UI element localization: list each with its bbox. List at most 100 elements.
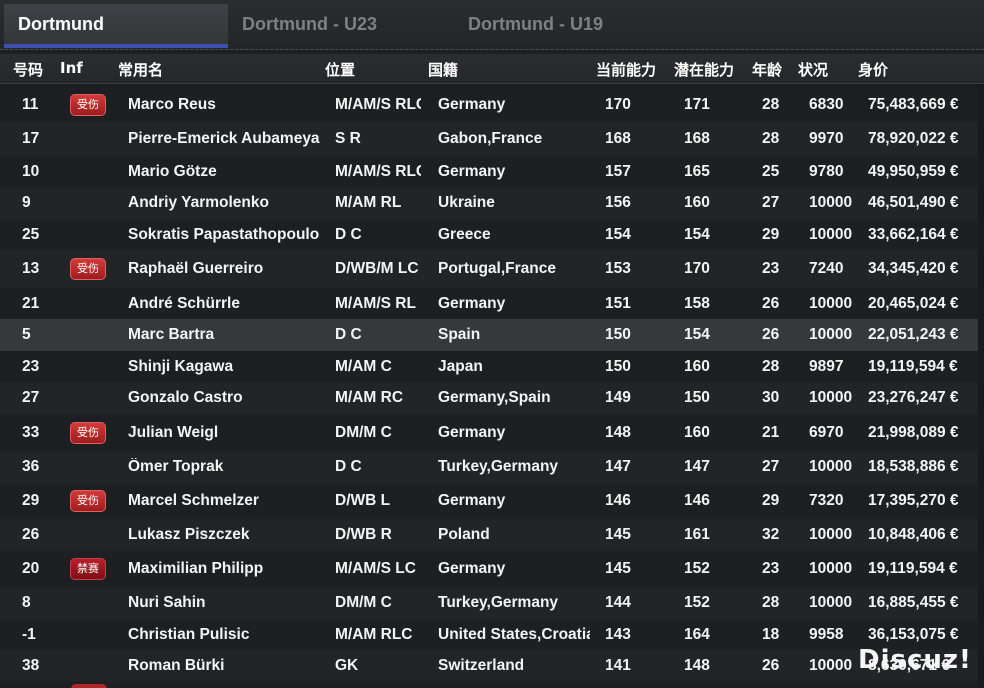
- cell-ca: 168: [605, 130, 631, 147]
- cell-num: 38: [22, 656, 40, 674]
- injured-badge[interactable]: 受伤: [70, 490, 106, 512]
- scrollbar[interactable]: [978, 84, 984, 688]
- header-inf[interactable]: Inf: [60, 59, 83, 77]
- injured-badge[interactable]: 受伤: [70, 421, 106, 444]
- cell-num: 13: [22, 260, 40, 277]
- cell-name[interactable]: Mario Götze: [128, 163, 320, 181]
- cell-cond: 10000: [809, 294, 853, 312]
- cell-ca: 145: [605, 560, 631, 577]
- cell-name[interactable]: Christian Pulisic: [128, 626, 320, 644]
- cell-ca: 146: [605, 492, 631, 509]
- table-row[interactable]: 25 Sokratis Papastathopoulos D C Greece 154 1…: [0, 219, 984, 250]
- cell-num: 20: [22, 560, 40, 577]
- cell-name[interactable]: Gonzalo Castro: [128, 389, 320, 407]
- cell-nat: Germany: [438, 294, 506, 312]
- cell-name[interactable]: Andriy Yarmolenko: [128, 194, 320, 212]
- status-badge-cell: [70, 128, 108, 150]
- cell-value: 46,501,490 €: [868, 194, 959, 211]
- cell-pos: D C: [335, 458, 362, 475]
- cell-pa: 160: [684, 194, 710, 211]
- cell-cond: 6970: [809, 423, 844, 441]
- cell-name[interactable]: André Schürrle: [128, 295, 320, 313]
- cell-age: 29: [762, 492, 780, 509]
- cell-ca: 148: [605, 423, 631, 441]
- header-num[interactable]: 号码: [13, 59, 43, 80]
- cell-name[interactable]: Sokratis Papastathopoulos: [128, 226, 320, 244]
- cell-name[interactable]: Julian Weigl: [128, 424, 320, 442]
- table-row[interactable]: 20 禁赛 Maximilian Philipp M/AM/S LC Germany 14…: [0, 551, 984, 587]
- table-row[interactable]: 10 Mario Götze M/AM/S RLC Germany 157 165 25 97…: [0, 156, 984, 187]
- header-pa[interactable]: 潜在能力: [674, 59, 734, 80]
- table-row[interactable]: 17 Pierre-Emerick Aubameyang S R Gabon,Fran…: [0, 122, 984, 156]
- tab-dortmund-u23[interactable]: Dortmund - U23: [228, 4, 454, 48]
- cell-age: 27: [762, 458, 780, 475]
- header-name[interactable]: 常用名: [118, 59, 163, 80]
- injured-badge[interactable]: 受伤: [70, 258, 106, 280]
- status-badge-cell: 受伤: [70, 421, 108, 444]
- cell-num: 23: [22, 357, 40, 375]
- cell-ca: 141: [605, 656, 631, 674]
- cell-name[interactable]: Lukasz Piszczek: [128, 526, 320, 544]
- table-row[interactable]: 38 Roman Bürki GK Switzerland 141 148 26 10000 8…: [0, 650, 984, 681]
- cell-name[interactable]: Marco Reus: [128, 96, 320, 114]
- cell-pa: 160: [684, 423, 710, 441]
- cell-name[interactable]: Shinji Kagawa: [128, 358, 320, 376]
- player-list: 11 受伤 Marco Reus M/AM/S RLC Germany 170 171 28 6…: [0, 88, 984, 681]
- header-nat[interactable]: 国籍: [428, 59, 458, 80]
- cell-value: 78,920,022 €: [868, 130, 959, 147]
- cell-name[interactable]: Roman Bürki: [128, 657, 320, 675]
- header-value[interactable]: 身价: [858, 59, 888, 80]
- table-row[interactable]: 21 André Schürrle M/AM/S RL Germany 151 158 26…: [0, 288, 984, 319]
- cell-pos: GK: [335, 656, 359, 674]
- cell-nat: Germany: [438, 96, 506, 113]
- cell-name[interactable]: Maximilian Philipp: [128, 560, 320, 578]
- cell-ca: 153: [605, 260, 631, 277]
- cell-age: 28: [762, 96, 780, 113]
- cell-nat: Turkey,Germany: [438, 458, 559, 475]
- cell-name[interactable]: Marcel Schmelzer: [128, 492, 320, 510]
- status-badge-cell: [70, 293, 108, 315]
- table-row[interactable]: -1 Christian Pulisic M/AM RLC United States…: [0, 619, 984, 650]
- header-ca[interactable]: 当前能力: [596, 59, 656, 80]
- table-row[interactable]: 9 Andriy Yarmolenko M/AM RL Ukraine 156 160 27…: [0, 187, 984, 219]
- cell-name[interactable]: Ömer Toprak: [128, 458, 320, 476]
- cell-age: 18: [762, 625, 780, 643]
- banned-badge[interactable]: 禁赛: [70, 558, 106, 580]
- header-cond[interactable]: 状况: [798, 59, 828, 80]
- cell-cond: 7320: [809, 492, 844, 509]
- table-row[interactable]: 13 受伤 Raphaël Guerreiro D/WB/M LC Portugal,F…: [0, 250, 984, 288]
- injured-badge[interactable]: 受伤: [70, 94, 106, 116]
- cell-name[interactable]: Raphaël Guerreiro: [128, 260, 320, 278]
- cell-cond: 10000: [809, 594, 853, 611]
- tab-dortmund[interactable]: Dortmund: [4, 4, 228, 48]
- cell-cond: 10000: [809, 656, 853, 674]
- table-row[interactable]: 23 Shinji Kagawa M/AM C Japan 150 160 28 9897 19…: [0, 351, 984, 382]
- table-row[interactable]: 26 Lukasz Piszczek D/WB R Poland 145 161 32 100…: [0, 519, 984, 551]
- cell-name[interactable]: Pierre-Emerick Aubameyang: [128, 130, 320, 148]
- cell-pa: 171: [684, 96, 710, 113]
- table-row[interactable]: 5 Marc Bartra D C Spain 150 154 26 10000 22,051,…: [0, 319, 984, 351]
- table-row[interactable]: 33 受伤 Julian Weigl DM/M C Germany 148 160 21 697…: [0, 414, 984, 451]
- cell-cond: 10000: [809, 526, 853, 543]
- table-row[interactable]: 29 受伤 Marcel Schmelzer D/WB L Germany 146 146 2…: [0, 483, 984, 519]
- cell-value: 33,662,164 €: [868, 225, 959, 243]
- cell-value: 34,345,420 €: [868, 260, 959, 277]
- cell-pa: 152: [684, 560, 710, 577]
- cell-value: 19,119,594 €: [868, 357, 958, 375]
- table-row[interactable]: 27 Gonzalo Castro M/AM RC Germany,Spain 149 1…: [0, 382, 984, 414]
- status-badge-cell: [70, 356, 108, 378]
- cell-pa: 148: [684, 656, 710, 674]
- table-row[interactable]: 36 Ömer Toprak D C Turkey,Germany 147 147 27 10…: [0, 451, 984, 483]
- cell-name[interactable]: Nuri Sahin: [128, 594, 320, 612]
- cell-name[interactable]: Marc Bartra: [128, 326, 320, 344]
- cell-value: 10,848,406 €: [868, 526, 959, 543]
- cell-value: 21,998,089 €: [868, 423, 959, 441]
- table-row[interactable]: 8 Nuri Sahin DM/M C Turkey,Germany 144 152 28 1…: [0, 587, 984, 619]
- header-pos[interactable]: 位置: [325, 59, 355, 80]
- table-row[interactable]: 11 受伤 Marco Reus M/AM/S RLC Germany 170 171 28 6…: [0, 88, 984, 122]
- tab-dortmund-u19[interactable]: Dortmund - U19: [454, 4, 680, 48]
- header-age[interactable]: 年龄: [752, 59, 782, 80]
- cell-age: 26: [762, 326, 780, 343]
- cell-pos: S R: [335, 130, 361, 147]
- cell-age: 26: [762, 656, 780, 674]
